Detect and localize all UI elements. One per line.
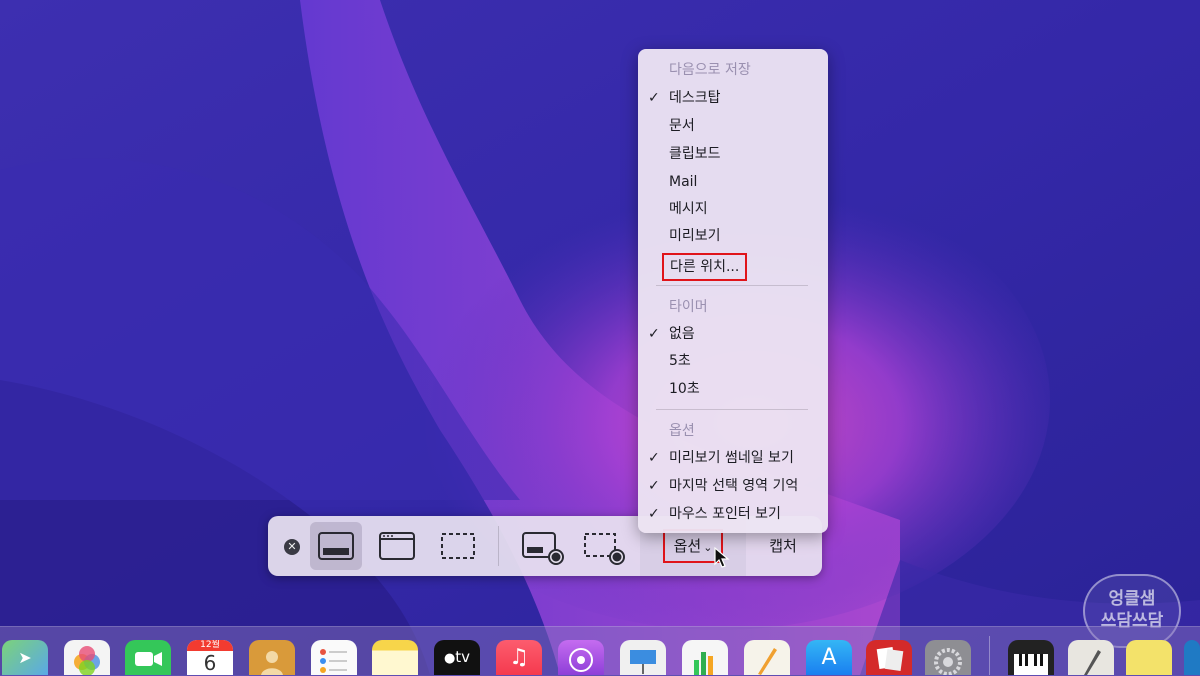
menu-item-desktop[interactable]: ✓ 데스크탑 [638,85,828,111]
photos-icon[interactable] [64,640,110,675]
messages-icon[interactable] [1184,640,1200,675]
options-label: 옵션 [673,537,702,555]
calendar-icon[interactable]: 12월 6 [187,640,233,675]
music-icon[interactable]: ♫ [496,640,542,675]
calendar-month: 12월 [187,640,233,651]
menu-item-show-floating-thumbnail[interactable]: ✓ 미리보기 썸네일 보기 [638,445,828,471]
menu-item-preview[interactable]: 미리보기 [638,223,828,249]
tv-label: tv [455,648,471,666]
record-screen-icon [522,532,564,565]
watermark-line-1: 엉클샘 [1108,589,1156,609]
numbers-icon[interactable] [682,640,728,675]
menu-item-other-location[interactable]: 다른 위치... [638,253,828,281]
facetime-icon[interactable] [125,640,171,675]
pages-icon[interactable] [744,640,790,675]
mouse-cursor-icon [714,547,730,568]
menu-item-remember-last-selection[interactable]: ✓ 마지막 선택 영역 기억 [638,473,828,499]
toolbar-divider [498,526,499,566]
capture-selected-window-button[interactable] [371,522,423,570]
contacts-icon[interactable] [249,640,295,675]
menu-item-show-mouse-pointer[interactable]: ✓ 마우스 포인터 보기 [638,501,828,527]
notes-icon[interactable] [372,640,418,675]
entire-screen-icon [318,532,354,560]
record-selected-portion-button[interactable] [575,522,627,570]
options-header: 옵션 [669,423,695,439]
menu-item-messages[interactable]: 메시지 [638,196,828,222]
options-dropdown-menu: 다음으로 저장 ✓ 데스크탑 문서 클립보드 Mail 메시지 미리보기 다른 위… [638,49,828,533]
dock-divider [989,636,990,675]
menu-separator [656,285,808,286]
photo-booth-icon[interactable] [866,640,912,675]
capture-selected-portion-button[interactable] [432,522,484,570]
keynote-icon[interactable] [620,640,666,675]
window-icon [379,532,415,560]
menu-separator [656,409,808,410]
record-portion-icon [584,533,625,565]
menu-item-timer-5s[interactable]: 5초 [638,348,828,374]
chevron-down-icon: ⌄ [703,541,713,554]
capture-entire-screen-button[interactable] [310,522,362,570]
calendar-day: 6 [203,651,217,675]
system-preferences-icon[interactable] [925,640,971,675]
checkmark-icon: ✓ [648,90,660,106]
stickies-icon[interactable] [1126,640,1172,675]
podcasts-icon[interactable] [558,640,604,675]
timer-header: 타이머 [669,299,708,315]
checkmark-icon: ✓ [648,326,660,342]
close-icon[interactable]: ✕ [284,539,300,555]
reminders-icon[interactable] [311,640,357,675]
menu-item-clipboard[interactable]: 클립보드 [638,141,828,167]
piano-icon[interactable] [1008,640,1054,675]
dashed-selection-icon [441,533,475,559]
app-store-icon[interactable]: A [806,640,852,675]
record-entire-screen-button[interactable] [514,522,566,570]
apple-tv-icon[interactable]: ●tv [434,640,480,675]
checkmark-icon: ✓ [648,506,660,522]
save-to-header: 다음으로 저장 [669,62,751,78]
script-editor-icon[interactable] [1068,640,1114,675]
menu-item-documents[interactable]: 문서 [638,113,828,139]
menu-item-mail[interactable]: Mail [638,169,828,195]
checkmark-icon: ✓ [648,478,660,494]
menu-item-timer-10s[interactable]: 10초 [638,376,828,402]
checkmark-icon: ✓ [648,450,660,466]
menu-item-timer-none[interactable]: ✓ 없음 [638,321,828,347]
maps-icon[interactable]: ➤ [2,640,48,675]
